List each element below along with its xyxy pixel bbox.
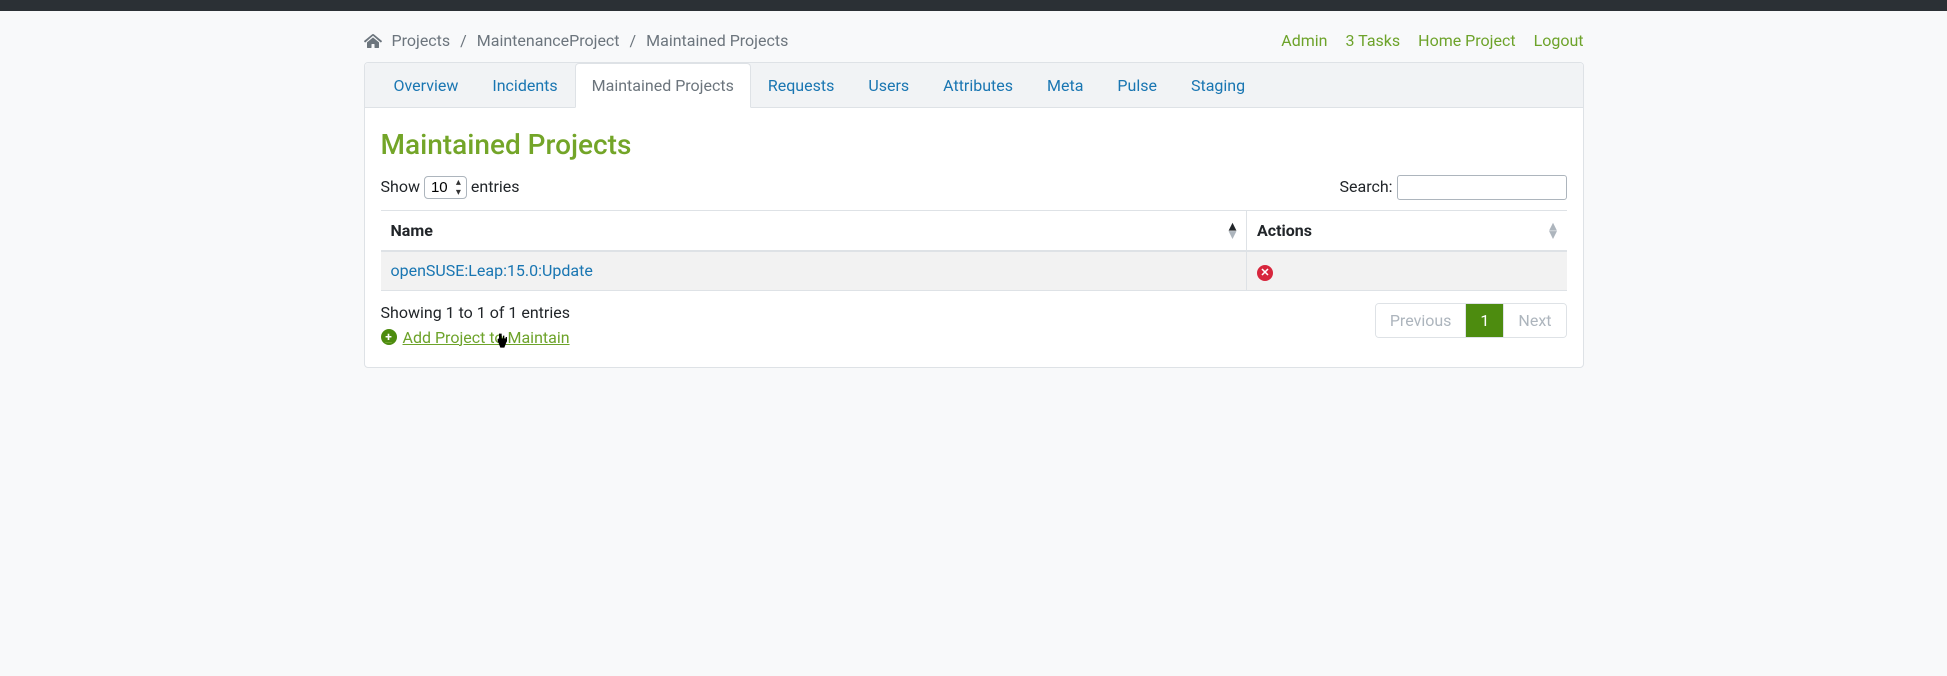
show-entries: Show 10 ▴▾ entries xyxy=(381,176,520,199)
pager-next[interactable]: Next xyxy=(1504,304,1565,337)
tasks-link[interactable]: 3 Tasks xyxy=(1346,31,1401,50)
column-name[interactable]: Name ▴▾ xyxy=(381,211,1247,252)
tab-pulse[interactable]: Pulse xyxy=(1100,63,1174,108)
tab-requests[interactable]: Requests xyxy=(751,63,852,108)
breadcrumb-current: Maintained Projects xyxy=(646,31,788,50)
breadcrumb-sep: / xyxy=(460,31,467,50)
column-name-label: Name xyxy=(391,221,433,240)
tab-incidents[interactable]: Incidents xyxy=(475,63,574,108)
top-links: Admin 3 Tasks Home Project Logout xyxy=(1281,31,1583,50)
breadcrumb-sep: / xyxy=(630,31,637,50)
sort-icon: ▴▾ xyxy=(1229,222,1236,239)
add-project-to-maintain-link[interactable]: + Add Project to Maintain xyxy=(381,328,570,347)
table-info: Showing 1 to 1 of 1 entries xyxy=(381,303,570,322)
logout-link[interactable]: Logout xyxy=(1534,31,1584,50)
breadcrumb-projects[interactable]: Projects xyxy=(392,31,451,50)
breadcrumb: Projects / MaintenanceProject / Maintain… xyxy=(364,31,789,50)
column-actions-label: Actions xyxy=(1257,221,1312,240)
plus-icon: + xyxy=(381,329,397,345)
tab-staging[interactable]: Staging xyxy=(1174,63,1262,108)
search-control: Search: xyxy=(1340,175,1567,200)
sort-icon: ▴▾ xyxy=(1549,222,1556,239)
entries-select[interactable]: 10 xyxy=(424,176,467,199)
breadcrumb-project-name[interactable]: MaintenanceProject xyxy=(477,31,620,50)
show-prefix: Show xyxy=(381,177,420,196)
search-label: Search: xyxy=(1340,177,1393,196)
tab-maintained-projects[interactable]: Maintained Projects xyxy=(575,63,751,108)
home-project-link[interactable]: Home Project xyxy=(1418,31,1515,50)
top-band xyxy=(0,0,1947,11)
top-bar: Projects / MaintenanceProject / Maintain… xyxy=(364,11,1584,62)
table-row: openSUSE:Leap:15.0:Update ✕ xyxy=(381,251,1567,290)
pager-page-1[interactable]: 1 xyxy=(1466,304,1504,337)
tab-users[interactable]: Users xyxy=(851,63,926,108)
show-suffix: entries xyxy=(471,177,520,196)
main-panel: Overview Incidents Maintained Projects R… xyxy=(364,62,1584,368)
admin-link[interactable]: Admin xyxy=(1281,31,1327,50)
add-project-label: Add Project to Maintain xyxy=(403,328,570,347)
tabs: Overview Incidents Maintained Projects R… xyxy=(365,63,1583,108)
tab-attributes[interactable]: Attributes xyxy=(926,63,1030,108)
project-link[interactable]: openSUSE:Leap:15.0:Update xyxy=(391,261,593,280)
column-actions[interactable]: Actions ▴▾ xyxy=(1247,211,1567,252)
pager-previous[interactable]: Previous xyxy=(1376,304,1467,337)
pager: Previous 1 Next xyxy=(1375,303,1567,338)
page-title: Maintained Projects xyxy=(381,128,1567,161)
delete-icon[interactable]: ✕ xyxy=(1257,265,1273,281)
tab-meta[interactable]: Meta xyxy=(1030,63,1100,108)
tab-overview[interactable]: Overview xyxy=(377,63,476,108)
home-icon[interactable] xyxy=(364,33,382,49)
search-input[interactable] xyxy=(1397,175,1567,200)
maintained-projects-table: Name ▴▾ Actions ▴▾ openSUSE:Leap:15.0:Up… xyxy=(381,210,1567,291)
